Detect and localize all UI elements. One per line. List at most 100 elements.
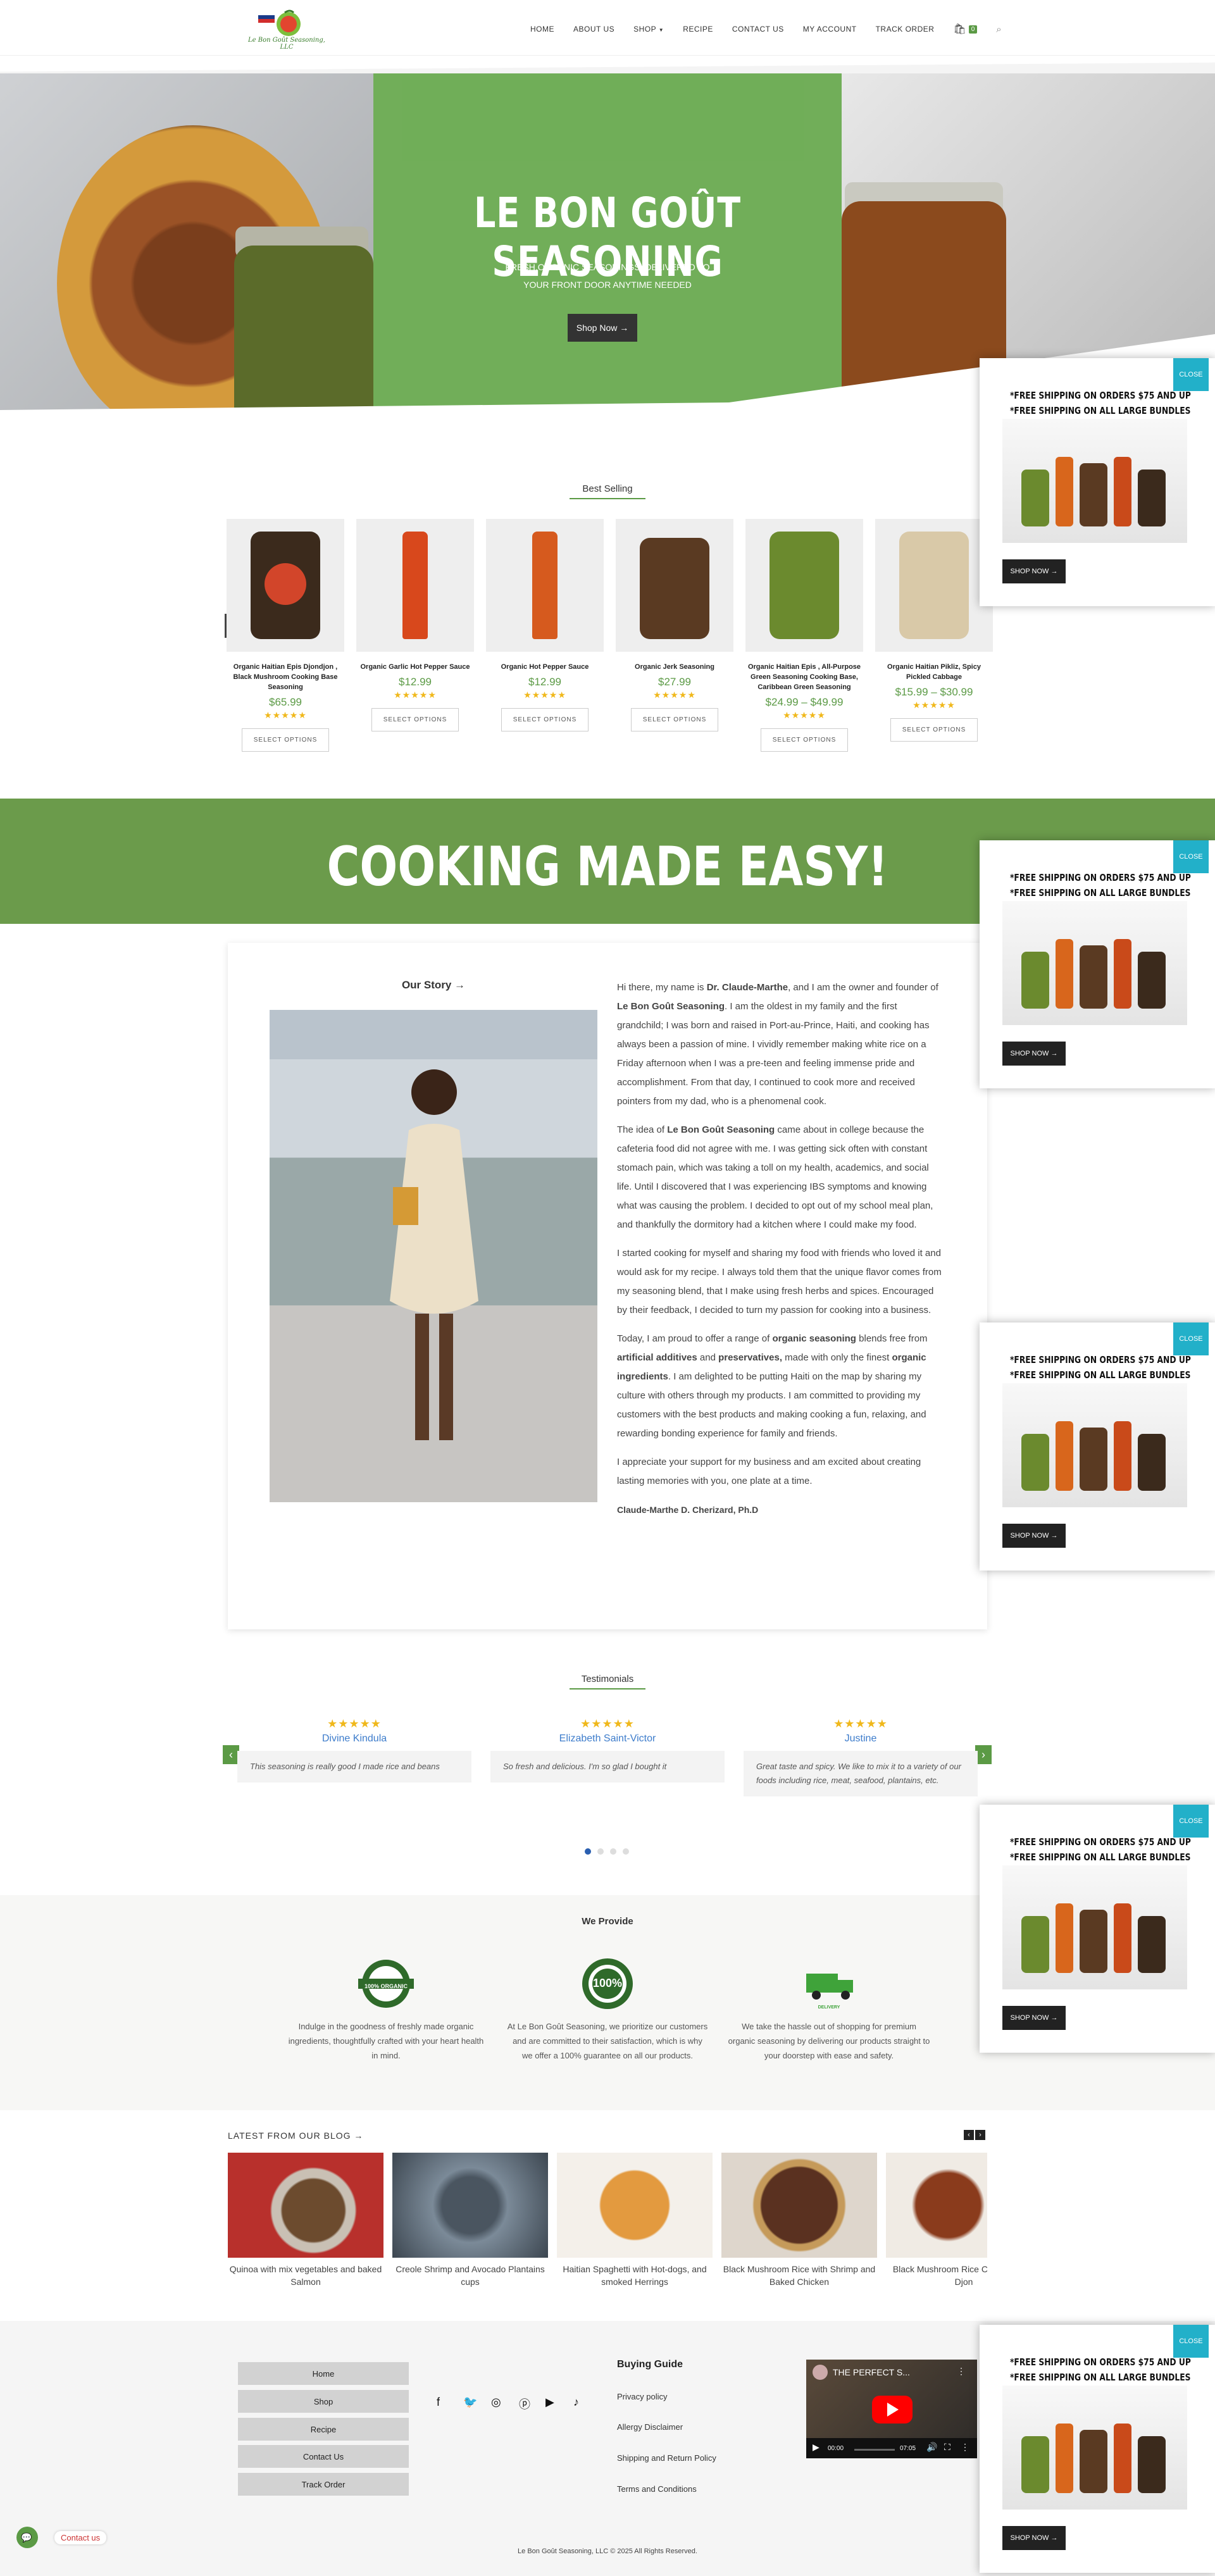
- blog-post-card[interactable]: Creole Shrimp and Avocado Plantains cups: [392, 2153, 548, 2288]
- privacy-policy-link[interactable]: Privacy policy: [617, 2392, 667, 2401]
- carousel-dot[interactable]: [597, 1848, 604, 1855]
- testimonial-card: ★★★★★ Divine Kindula This seasoning is r…: [237, 1716, 471, 1783]
- nav-shop[interactable]: SHOP ▼: [633, 25, 664, 34]
- popup-shop-now-button[interactable]: SHOP NOW →: [1002, 1524, 1066, 1548]
- product-name[interactable]: Organic Garlic Hot Pepper Sauce: [356, 662, 474, 672]
- popup-shop-now-button[interactable]: SHOP NOW →: [1002, 1042, 1066, 1066]
- play-icon[interactable]: ▶: [813, 2442, 819, 2453]
- product-name[interactable]: Organic Hot Pepper Sauce: [486, 662, 604, 672]
- blog-post-image[interactable]: [721, 2153, 877, 2258]
- youtube-icon[interactable]: ▶: [545, 2396, 554, 2409]
- volume-icon[interactable]: 🔊: [926, 2442, 937, 2453]
- product-card[interactable]: Organic Jerk Seasoning $27.99 ★★★★★ SELE…: [616, 519, 733, 731]
- select-options-button[interactable]: SELECT OPTIONS: [371, 708, 459, 731]
- site-logo[interactable]: Le Bon Goût Seasoning, LLC: [246, 9, 328, 51]
- nav-track-order[interactable]: TRACK ORDER: [876, 25, 935, 34]
- popup-shop-now-button[interactable]: SHOP NOW →: [1002, 2526, 1066, 2550]
- popup-close-button[interactable]: CLOSE: [1173, 2325, 1209, 2358]
- youtube-video-player[interactable]: THE PERFECT S... ⋮ ▶ 00:00 07:05 🔊 ⛶ ⋮: [806, 2360, 977, 2458]
- twitter-icon[interactable]: 🐦: [463, 2396, 477, 2409]
- select-options-button[interactable]: SELECT OPTIONS: [501, 708, 589, 731]
- chevron-right-icon: ›: [981, 1748, 985, 1761]
- product-card[interactable]: Organic Garlic Hot Pepper Sauce $12.99 ★…: [356, 519, 474, 731]
- video-title[interactable]: THE PERFECT S...: [833, 2367, 910, 2377]
- allergy-disclaimer-link[interactable]: Allergy Disclaimer: [617, 2422, 683, 2432]
- blog-post-card[interactable]: Quinoa with mix vegetables and baked Sal…: [228, 2153, 383, 2288]
- fullscreen-icon[interactable]: ⛶: [944, 2442, 950, 2453]
- product-name[interactable]: Organic Haitian Epis Djondjon , Black Mu…: [227, 662, 344, 692]
- our-story-link[interactable]: Our Story →: [270, 979, 597, 992]
- jar-image: [770, 532, 839, 639]
- blog-post-image[interactable]: [886, 2153, 987, 2258]
- popup-close-button[interactable]: CLOSE: [1173, 1805, 1209, 1838]
- blog-post-card[interactable]: Black Mushroom Rice with Shrimp and Bake…: [721, 2153, 877, 2288]
- popup-shop-now-button[interactable]: SHOP NOW →: [1002, 2006, 1066, 2030]
- footer-shop-button[interactable]: Shop: [238, 2390, 409, 2413]
- footer-home-button[interactable]: Home: [238, 2362, 409, 2385]
- popup-close-button[interactable]: CLOSE: [1173, 358, 1209, 391]
- pinterest-icon[interactable]: ⓟ: [519, 2396, 530, 2412]
- video-progress-bar[interactable]: [854, 2449, 895, 2451]
- blog-post-title[interactable]: Black Mushroom Rice Chicken " Diri Djon: [886, 2263, 987, 2288]
- nav-home[interactable]: HOME: [530, 25, 554, 34]
- blog-post-title[interactable]: Black Mushroom Rice with Shrimp and Bake…: [721, 2263, 877, 2288]
- product-card[interactable]: Organic Hot Pepper Sauce $12.99 ★★★★★ SE…: [486, 519, 604, 731]
- popup-shop-now-button[interactable]: SHOP NOW →: [1002, 559, 1066, 583]
- cart-button[interactable]: 🛍 0: [953, 23, 978, 35]
- blog-post-card[interactable]: Black Mushroom Rice Chicken " Diri Djon: [886, 2153, 987, 2288]
- footer-recipe-button[interactable]: Recipe: [238, 2418, 409, 2441]
- popup-close-button[interactable]: CLOSE: [1173, 1322, 1209, 1355]
- logo-text: Le Bon Goût Seasoning, LLC: [248, 37, 325, 51]
- story-paragraph: I appreciate your support for my busines…: [617, 1457, 921, 1486]
- footer-track-order-button[interactable]: Track Order: [238, 2473, 409, 2496]
- blog-heading[interactable]: LATEST FROM OUR BLOG →: [228, 2131, 363, 2141]
- select-options-button[interactable]: SELECT OPTIONS: [241, 728, 330, 752]
- carousel-dot[interactable]: [610, 1848, 616, 1855]
- select-options-button[interactable]: SELECT OPTIONS: [630, 708, 719, 731]
- shipping-return-link[interactable]: Shipping and Return Policy: [617, 2453, 716, 2463]
- instagram-icon[interactable]: ◎: [491, 2396, 501, 2409]
- blog-post-title[interactable]: Quinoa with mix vegetables and baked Sal…: [228, 2263, 383, 2288]
- blog-post-title[interactable]: Haitian Spaghetti with Hot-dogs, and smo…: [557, 2263, 713, 2288]
- select-options-button[interactable]: SELECT OPTIONS: [890, 718, 978, 742]
- carousel-dot[interactable]: [623, 1848, 629, 1855]
- nav-my-account[interactable]: MY ACCOUNT: [803, 25, 857, 34]
- nav-contact-us[interactable]: CONTACT US: [732, 25, 784, 34]
- shop-now-button[interactable]: Shop Now →: [568, 314, 637, 342]
- blog-post-title[interactable]: Creole Shrimp and Avocado Plantains cups: [392, 2263, 548, 2288]
- product-image[interactable]: [745, 519, 863, 652]
- blog-prev-button[interactable]: ‹: [964, 2130, 974, 2140]
- contact-us-chat-label[interactable]: Contact us: [54, 2531, 107, 2544]
- nav-about-us[interactable]: ABOUT US: [573, 25, 614, 34]
- more-options-icon[interactable]: ⋮: [957, 2366, 966, 2377]
- product-name[interactable]: Organic Haitian Pikliz, Spicy Pickled Ca…: [875, 662, 993, 682]
- product-name[interactable]: Organic Haitian Epis , All-Purpose Green…: [745, 662, 863, 692]
- blog-next-button[interactable]: ›: [975, 2130, 985, 2140]
- popup-close-button[interactable]: CLOSE: [1173, 840, 1209, 873]
- testimonial-author: Justine: [844, 1733, 877, 1744]
- settings-icon[interactable]: ⋮: [961, 2442, 969, 2453]
- popup-line-2: *FREE SHIPPING ON ALL LARGE BUNDLES: [1010, 2372, 1191, 2383]
- rating-stars: ★★★★★: [653, 690, 696, 700]
- footer-contact-button[interactable]: Contact Us: [238, 2445, 409, 2468]
- blog-post-card[interactable]: Haitian Spaghetti with Hot-dogs, and smo…: [557, 2153, 713, 2288]
- select-options-button[interactable]: SELECT OPTIONS: [760, 728, 849, 752]
- product-card[interactable]: Organic Haitian Pikliz, Spicy Pickled Ca…: [875, 519, 993, 742]
- blog-post-image[interactable]: [557, 2153, 713, 2258]
- product-name[interactable]: Organic Jerk Seasoning: [616, 662, 733, 672]
- product-image[interactable]: [486, 519, 604, 652]
- tiktok-icon[interactable]: ♪: [573, 2396, 579, 2409]
- product-image[interactable]: [875, 519, 993, 652]
- carousel-dot-active[interactable]: [585, 1848, 591, 1855]
- blog-post-image[interactable]: [392, 2153, 548, 2258]
- facebook-icon[interactable]: f: [437, 2396, 440, 2409]
- blog-post-image[interactable]: [228, 2153, 383, 2258]
- product-image[interactable]: [616, 519, 733, 652]
- product-image[interactable]: [356, 519, 474, 652]
- product-card[interactable]: Organic Haitian Epis Djondjon , Black Mu…: [227, 519, 344, 752]
- terms-conditions-link[interactable]: Terms and Conditions: [617, 2484, 697, 2494]
- nav-recipe[interactable]: RECIPE: [683, 25, 713, 34]
- product-card[interactable]: Organic Haitian Epis , All-Purpose Green…: [745, 519, 863, 752]
- product-image[interactable]: [227, 519, 344, 652]
- search-icon[interactable]: ⌕: [996, 24, 1001, 35]
